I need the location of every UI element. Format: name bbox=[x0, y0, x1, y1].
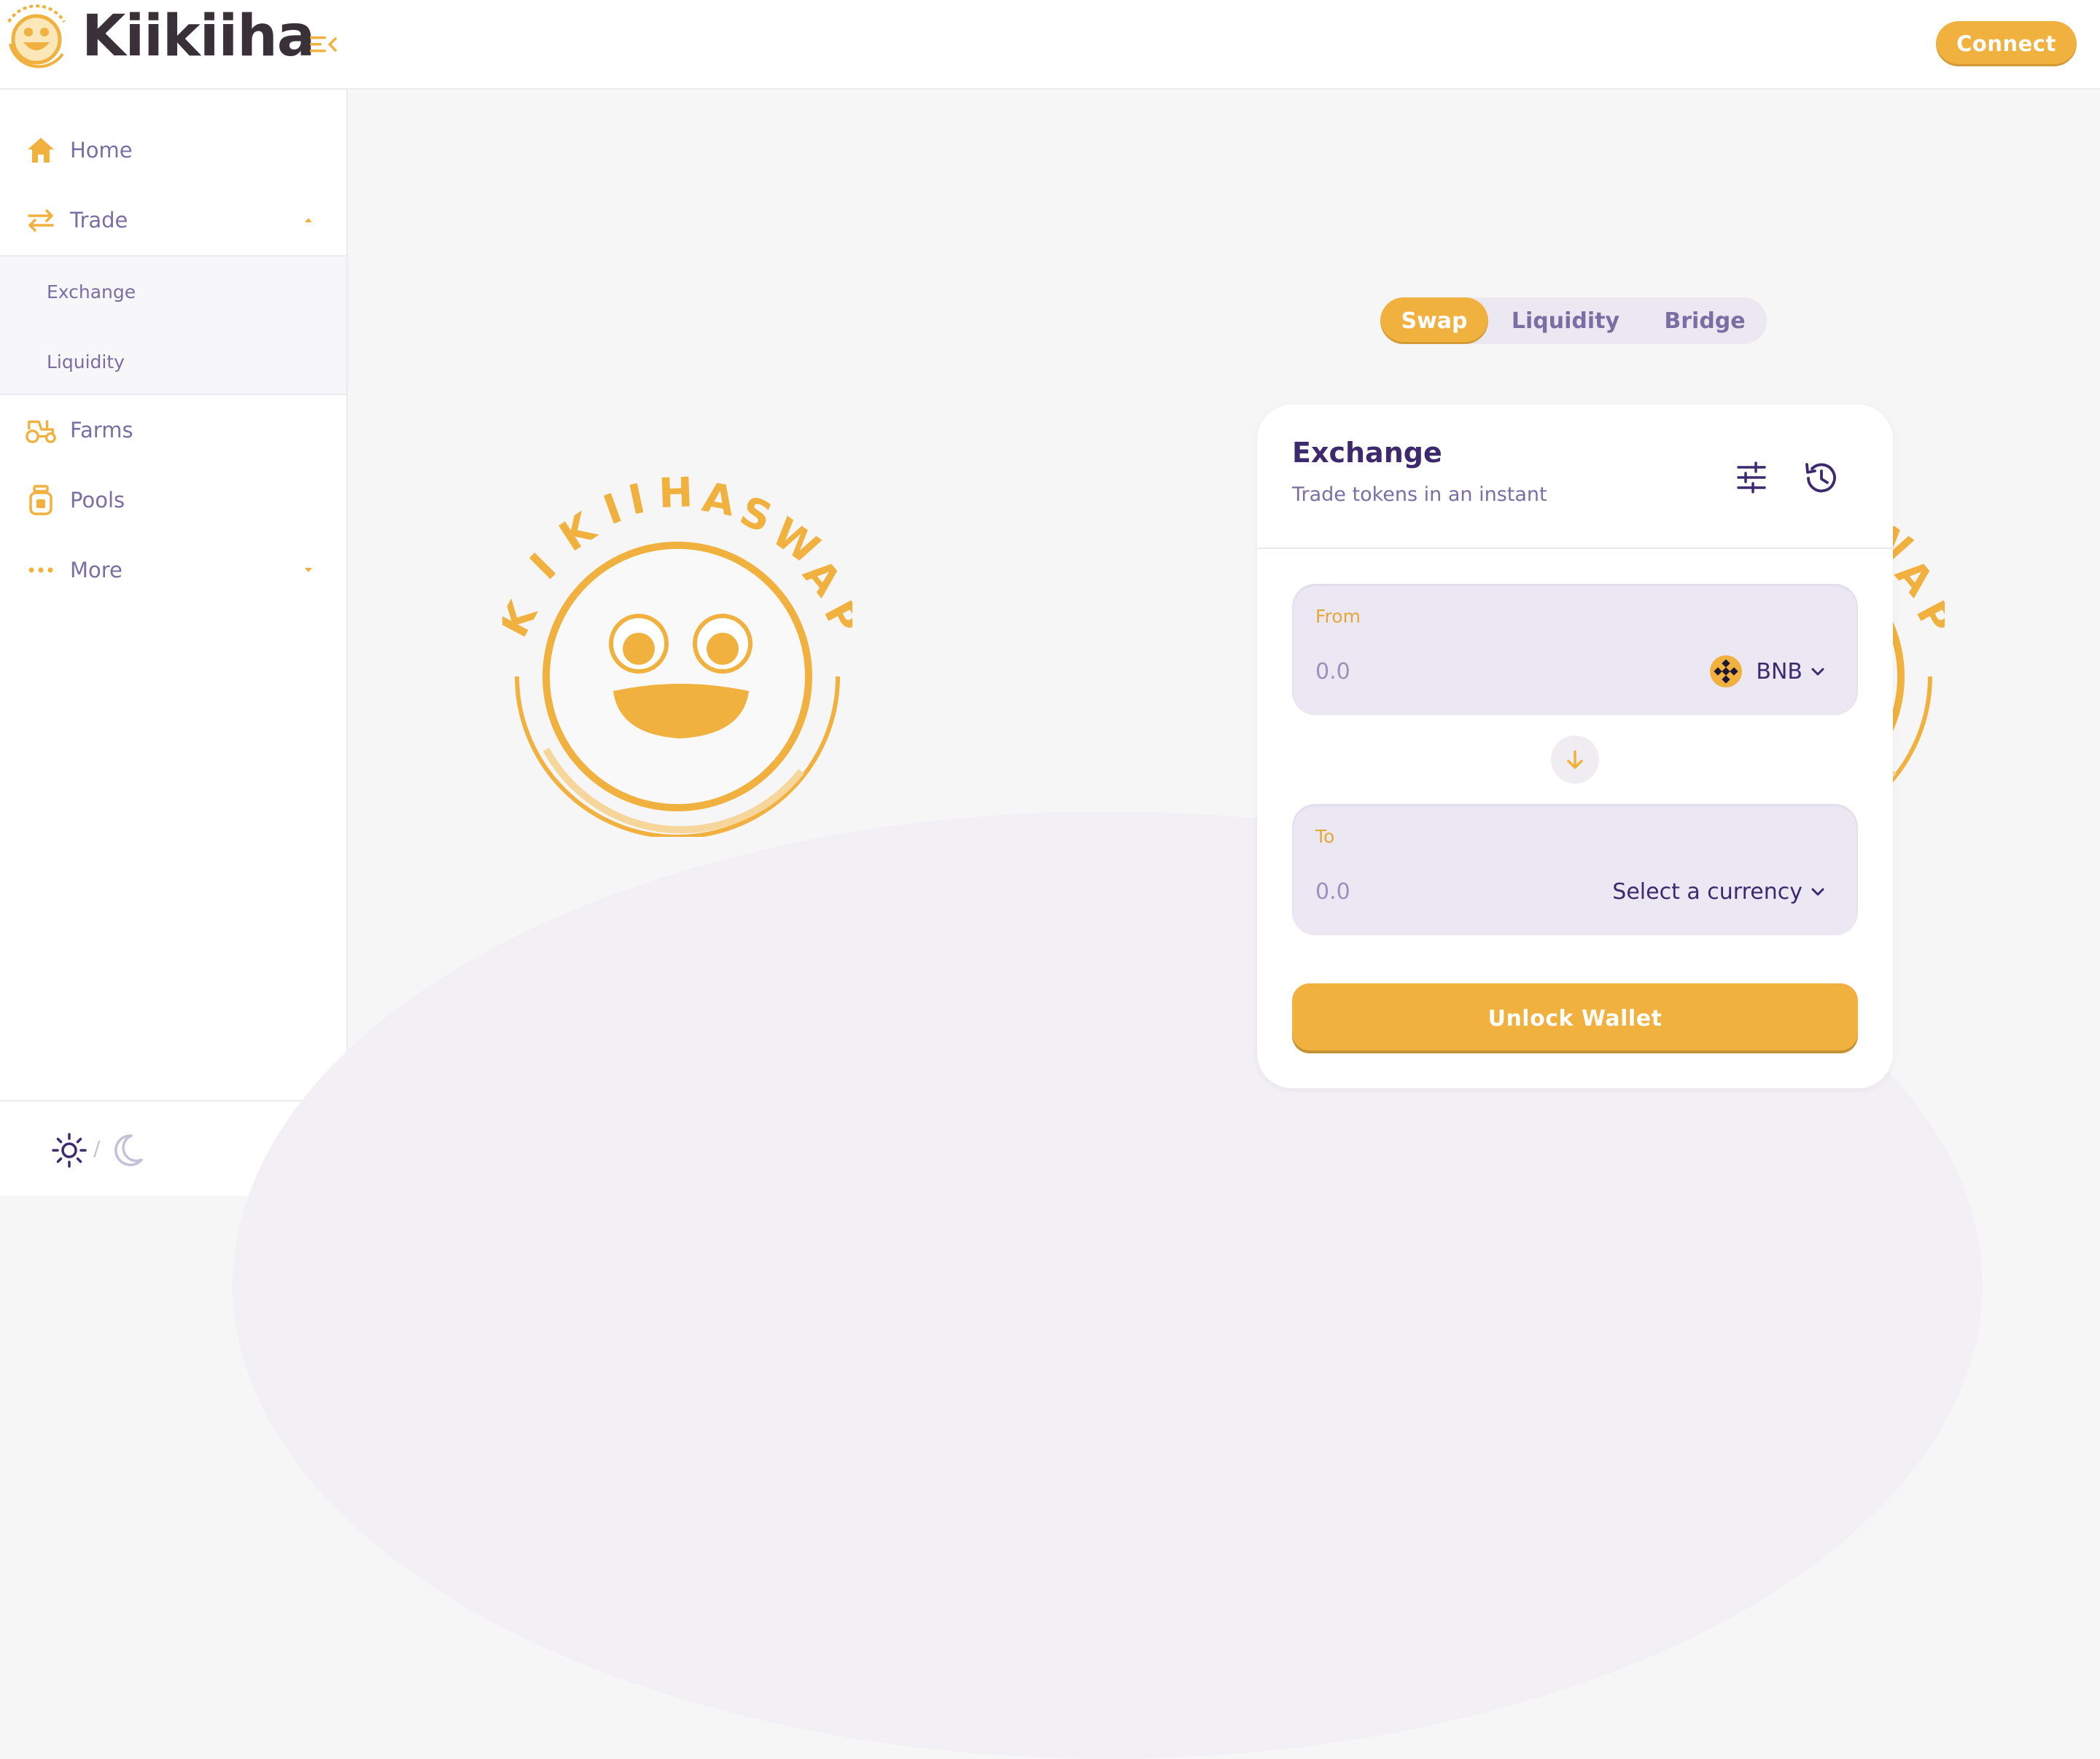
theme-separator: / bbox=[93, 1136, 101, 1161]
trade-tabs: Swap Liquidity Bridge bbox=[1380, 297, 1767, 344]
bnb-token-icon bbox=[1710, 655, 1743, 687]
sidebar-item-label: Pools bbox=[70, 488, 125, 512]
from-panel: From BNB bbox=[1292, 584, 1858, 715]
sidebar-subitem-liquidity[interactable]: Liquidity bbox=[0, 327, 346, 397]
from-currency-select[interactable]: BNB bbox=[1709, 651, 1826, 692]
caret-down-icon bbox=[305, 568, 312, 572]
svg-text:I: I bbox=[521, 545, 566, 589]
switch-direction-button[interactable] bbox=[1551, 736, 1599, 784]
sidebar: Home Trade Exchange Liquidity Farms Pool… bbox=[0, 90, 348, 1196]
sidebar-item-more[interactable]: More bbox=[0, 535, 346, 605]
moon-icon[interactable] bbox=[109, 1132, 144, 1169]
top-bar: Kiikiiha Connect bbox=[0, 0, 2100, 90]
to-label: To bbox=[1315, 826, 1335, 847]
svg-text:K: K bbox=[551, 503, 605, 561]
svg-text:I: I bbox=[624, 475, 649, 525]
tab-swap[interactable]: Swap bbox=[1380, 297, 1488, 344]
sun-icon[interactable] bbox=[51, 1132, 88, 1169]
svg-text:P: P bbox=[1907, 593, 1945, 642]
home-icon bbox=[25, 134, 57, 166]
sidebar-subitem-label: Exchange bbox=[47, 281, 136, 303]
svg-text:H: H bbox=[658, 469, 693, 518]
brand-name: Kiikiiha bbox=[82, 4, 315, 69]
exchange-card-header: Exchange Trade tokens in an instant bbox=[1257, 405, 1893, 549]
swap-arrows-icon bbox=[25, 204, 57, 236]
jar-icon bbox=[25, 484, 57, 516]
mascot-logo-left: K I K I I H A S W A P bbox=[502, 469, 852, 837]
sidebar-item-label: More bbox=[70, 558, 122, 582]
sidebar-item-trade[interactable]: Trade bbox=[0, 185, 346, 255]
sidebar-item-home[interactable]: Home bbox=[0, 115, 346, 185]
to-amount-input[interactable] bbox=[1315, 875, 1578, 908]
sidebar-item-label: Home bbox=[70, 138, 133, 163]
card-title: Exchange bbox=[1292, 437, 1442, 469]
to-currency-select[interactable]: Select a currency bbox=[1612, 871, 1826, 912]
svg-text:A: A bbox=[699, 474, 739, 526]
brand-logo-icon bbox=[7, 4, 66, 69]
from-amount-input[interactable] bbox=[1315, 655, 1578, 687]
to-currency-label: Select a currency bbox=[1612, 878, 1802, 905]
tractor-icon bbox=[25, 414, 57, 446]
sidebar-item-farms[interactable]: Farms bbox=[0, 395, 346, 465]
sidebar-item-label: Trade bbox=[70, 208, 128, 233]
main-content: K I K I I H A S W A P K I K I I H A bbox=[233, 90, 2100, 1759]
chevron-down-icon bbox=[1811, 668, 1824, 676]
sliders-icon[interactable] bbox=[1732, 459, 1770, 496]
unlock-wallet-button[interactable]: Unlock Wallet bbox=[1292, 983, 1858, 1053]
from-label: From bbox=[1315, 606, 1361, 627]
svg-text:I: I bbox=[598, 485, 629, 534]
card-subtitle: Trade tokens in an instant bbox=[1292, 483, 1547, 506]
sidebar-item-pools[interactable]: Pools bbox=[0, 465, 346, 535]
exchange-card: Exchange Trade tokens in an instant From bbox=[1257, 405, 1893, 1088]
from-currency-label: BNB bbox=[1756, 658, 1802, 685]
svg-text:K: K bbox=[502, 593, 548, 644]
sidebar-item-label: Farms bbox=[70, 418, 133, 442]
menu-collapse-icon[interactable] bbox=[308, 32, 338, 57]
tab-liquidity[interactable]: Liquidity bbox=[1488, 297, 1643, 344]
history-icon[interactable] bbox=[1801, 459, 1840, 498]
dots-icon bbox=[25, 554, 57, 586]
to-panel: To Select a currency bbox=[1292, 804, 1858, 935]
svg-text:S: S bbox=[734, 488, 779, 542]
sidebar-subitem-label: Liquidity bbox=[47, 351, 125, 373]
chevron-down-icon bbox=[1811, 888, 1824, 896]
connect-button[interactable]: Connect bbox=[1936, 21, 2077, 66]
tab-bridge[interactable]: Bridge bbox=[1643, 297, 1767, 344]
svg-text:P: P bbox=[814, 593, 852, 642]
sidebar-subitem-exchange[interactable]: Exchange bbox=[0, 257, 346, 327]
caret-up-icon bbox=[305, 218, 312, 222]
trade-submenu: Exchange Liquidity bbox=[0, 255, 346, 395]
arrow-down-icon bbox=[1567, 750, 1583, 769]
